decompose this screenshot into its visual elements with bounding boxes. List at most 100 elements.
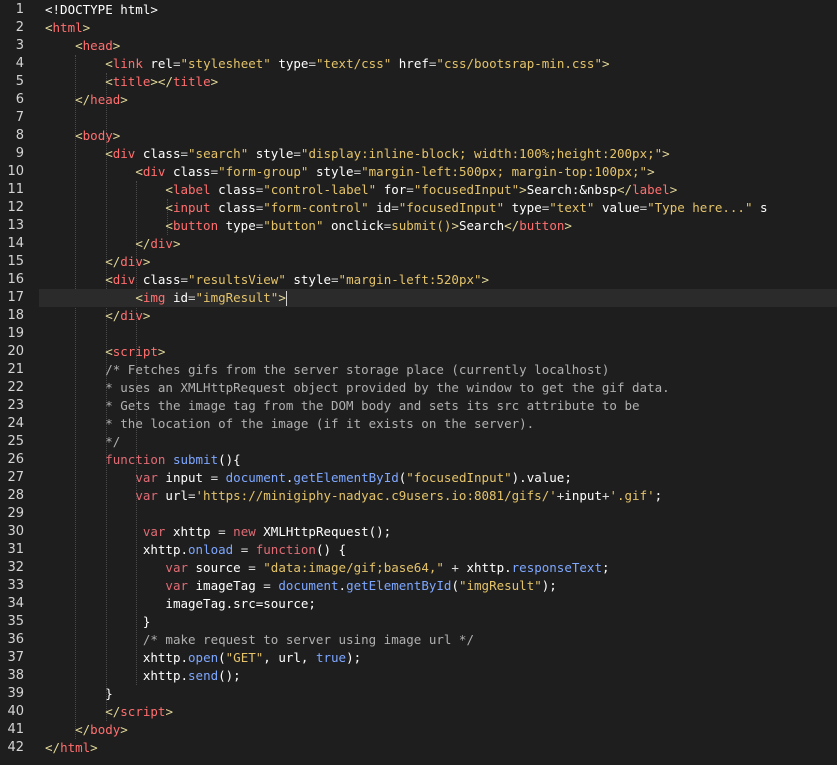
code-line[interactable]: <html>	[39, 19, 837, 37]
code-line[interactable]	[39, 505, 837, 523]
code-line[interactable]: imageTag.src=source;	[39, 595, 837, 613]
code-line[interactable]: </html>	[39, 739, 837, 757]
code-line[interactable]: </body>	[39, 721, 837, 739]
code-editor[interactable]: 1 2 3 4 5 6 7 8 9 10 11 12 13 14 15 16 17 18 19 20 21 22 23 24 2…	[0, 0, 837, 765]
code-token-bracket: >	[112, 38, 121, 53]
code-token-bracket: >	[120, 722, 128, 737]
code-token-tag: head	[90, 92, 121, 107]
code-token-prop: responseText	[511, 560, 602, 575]
code-token-val: "button"	[263, 218, 324, 233]
code-token-tag: label	[632, 182, 670, 197]
code-token-op: +	[443, 560, 467, 575]
code-line[interactable]: var imageTag = document.getElementById("…	[39, 577, 837, 595]
text-cursor	[285, 291, 287, 306]
code-token-op: =	[233, 542, 256, 557]
code-line[interactable]: </div>	[39, 307, 837, 325]
code-token-val: "focusedInput"	[398, 200, 505, 215]
code-token-val: "text"	[549, 200, 595, 215]
code-token-fn: getElementById	[293, 470, 399, 485]
code-line[interactable]: /* Fetches gifs from the server storage …	[39, 361, 837, 379]
line-number: 9	[15, 146, 24, 161]
code-line[interactable]: </head>	[39, 91, 837, 109]
code-token-tag: button	[172, 218, 219, 233]
code-token-bracket: </	[105, 308, 121, 323]
code-line[interactable]: var url='https://minigiphy-nadyac.c9user…	[39, 487, 837, 505]
code-area[interactable]: <!DOCTYPE html> <html> <head> <link rel="…	[39, 0, 837, 765]
code-line[interactable]	[39, 109, 837, 127]
code-line[interactable]: <div class="form-group" style="margin-le…	[39, 163, 837, 181]
code-line[interactable]: }	[39, 685, 837, 703]
code-token-comment: /* Fetches gifs from the server storage …	[105, 362, 610, 377]
code-line[interactable]: <link rel="stylesheet" type="text/css" h…	[39, 55, 837, 73]
code-line[interactable]: <input class="form-control" id="focusedI…	[39, 199, 837, 217]
code-token-val: "imgResult"	[195, 290, 279, 305]
code-line[interactable]: </div>	[39, 235, 837, 253]
code-line[interactable]: var xhttp = new XMLHttpRequest();	[39, 523, 837, 541]
code-line[interactable]: <body>	[39, 127, 837, 145]
line-number: 33	[7, 578, 24, 593]
code-token-ident: XMLHttpRequest();	[255, 524, 392, 539]
code-line[interactable]: <head>	[39, 37, 837, 55]
code-token-val: "control-label"	[263, 182, 377, 197]
code-token-bracket: <	[135, 164, 143, 179]
code-line[interactable]: */	[39, 433, 837, 451]
code-line[interactable]: <button type="button" onclick=submit()>S…	[39, 217, 837, 235]
code-token-eq: =	[308, 56, 316, 71]
code-line[interactable]: }	[39, 613, 837, 631]
code-line[interactable]: <script>	[39, 343, 837, 361]
code-token-bracket: >	[112, 128, 121, 143]
code-line[interactable]: /* make request to server using image ur…	[39, 631, 837, 649]
code-line[interactable]: <label class="control-label" for="focuse…	[39, 181, 837, 199]
code-line[interactable]: * the location of the image (if it exist…	[39, 415, 837, 433]
code-line[interactable]: function submit(){	[39, 451, 837, 469]
code-token-punc: () {	[315, 542, 347, 557]
code-token-bracket: <	[105, 74, 113, 89]
code-line[interactable]: * Gets the image tag from the DOM body a…	[39, 397, 837, 415]
code-token-bracket: <	[105, 56, 113, 71]
code-token-fn: document	[225, 470, 286, 485]
code-token-val: "Type here..."	[647, 200, 753, 215]
code-line[interactable]: xhttp.send();	[39, 667, 837, 685]
line-number: 17	[7, 290, 24, 305]
line-number: 27	[7, 470, 24, 485]
code-token-bracket: <	[45, 20, 53, 35]
code-line[interactable]: * uses an XMLHttpRequest object provided…	[39, 379, 837, 397]
code-token-attr: style	[308, 164, 354, 179]
code-line[interactable]: </div>	[39, 253, 837, 271]
code-line[interactable]: </script>	[39, 703, 837, 721]
code-token-punc: );	[541, 578, 557, 593]
line-number: 29	[7, 506, 24, 521]
code-token-op: =	[210, 470, 219, 485]
code-line[interactable]: <!DOCTYPE html>	[39, 1, 837, 19]
code-line[interactable]: xhttp.onload = function() {	[39, 541, 837, 559]
code-token-punc: .	[504, 560, 512, 575]
line-number: 39	[7, 686, 24, 701]
code-token-ident: source	[188, 560, 249, 575]
code-token-tag: link	[112, 56, 143, 71]
code-line[interactable]: var source = "data:image/gif;base64," + …	[39, 559, 837, 577]
code-token-op: =	[263, 578, 271, 593]
code-token-eq: =	[293, 146, 301, 161]
line-number: 10	[7, 164, 24, 179]
code-token-attr: style	[248, 146, 294, 161]
code-token-val: "margin-left:500px; margin-top:100px;"	[361, 164, 648, 179]
code-line[interactable]: <div class="search" style="display:inlin…	[39, 145, 837, 163]
code-token-str: "imgResult"	[458, 578, 542, 593]
code-line[interactable]: <img id="imgResult">	[39, 289, 837, 307]
code-token-fn: open	[188, 650, 219, 665]
code-line[interactable]: <title></title>	[39, 73, 837, 91]
code-token-str: '.gif'	[609, 488, 655, 503]
code-line[interactable]: xhttp.open("GET", url, true);	[39, 649, 837, 667]
code-line[interactable]: <div class="resultsView" style="margin-l…	[39, 271, 837, 289]
line-number: 13	[7, 218, 24, 233]
code-token-eq: =	[188, 290, 196, 305]
code-line[interactable]: var input = document.getElementById("foc…	[39, 469, 837, 487]
code-line[interactable]	[39, 325, 837, 343]
